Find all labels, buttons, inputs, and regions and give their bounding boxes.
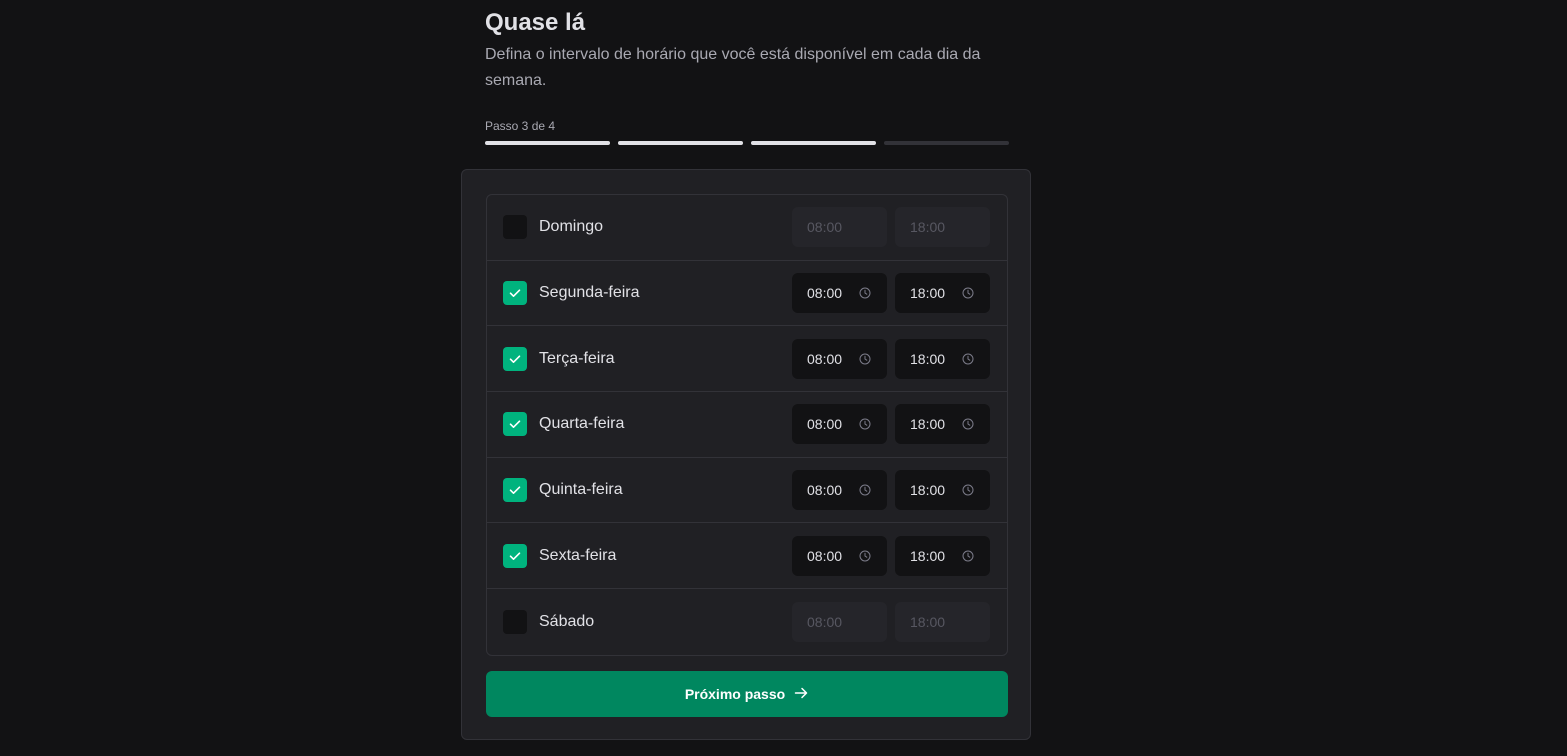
check-icon — [509, 355, 521, 363]
step-label: Passo 3 de 4 — [485, 119, 556, 133]
start-time-value: 08:00 — [807, 219, 843, 236]
day-checkbox[interactable] — [503, 346, 527, 371]
start-time-input[interactable]: 08:00 — [792, 470, 887, 511]
day-checkbox[interactable] — [503, 609, 527, 634]
clock-icon — [962, 484, 974, 496]
day-checkbox[interactable] — [503, 478, 527, 503]
end-time-input: 18:00 — [895, 601, 990, 642]
day-label: Quarta-feira — [539, 415, 625, 433]
interval-row: Sábado 08:00 18:00 — [487, 589, 1007, 655]
start-time-value: 08:00 — [807, 350, 843, 367]
day-label: Segunda-feira — [539, 284, 640, 302]
clock-icon — [962, 418, 974, 430]
interval-row: Terça-feira 08:00 18:00 — [487, 326, 1007, 393]
end-time-input[interactable]: 18:00 — [895, 470, 990, 511]
end-time-input[interactable]: 18:00 — [895, 404, 990, 445]
start-time-input[interactable]: 08:00 — [792, 338, 887, 379]
intervals-card: Domingo 08:00 18:00 Segunda-feira 08:00 … — [461, 169, 1031, 740]
end-time-value: 18:00 — [910, 219, 946, 236]
start-time-input: 08:00 — [792, 601, 887, 642]
start-time-value: 08:00 — [807, 482, 843, 499]
step-bar — [485, 141, 610, 145]
end-time-input[interactable]: 18:00 — [895, 273, 990, 314]
start-time-value: 08:00 — [807, 547, 843, 564]
interval-row: Sexta-feira 08:00 18:00 — [487, 523, 1007, 590]
end-time-value: 18:00 — [910, 613, 946, 630]
interval-row: Quinta-feira 08:00 18:00 — [487, 458, 1007, 524]
end-time-value: 18:00 — [910, 416, 946, 433]
clock-icon — [962, 550, 974, 562]
clock-icon — [859, 550, 871, 562]
step-bar — [751, 141, 876, 145]
step-progress — [485, 141, 1009, 145]
start-time-input[interactable]: 08:00 — [792, 535, 887, 576]
start-time-input: 08:00 — [792, 207, 887, 248]
interval-row: Domingo 08:00 18:00 — [487, 195, 1007, 261]
end-time-input: 18:00 — [895, 207, 990, 248]
step-bar — [618, 141, 743, 145]
next-step-label: Próximo passo — [684, 686, 786, 702]
check-icon — [509, 486, 521, 495]
clock-icon — [859, 418, 871, 430]
step-bar — [884, 141, 1009, 145]
day-checkbox[interactable] — [503, 215, 527, 240]
page-subtitle: Defina o intervalo de horário que você e… — [485, 46, 981, 89]
arrow-right-icon — [793, 685, 809, 704]
start-time-value: 08:00 — [807, 416, 843, 433]
clock-icon — [859, 353, 871, 365]
start-time-value: 08:00 — [807, 285, 843, 302]
end-time-value: 18:00 — [910, 482, 946, 499]
day-label: Quinta-feira — [539, 481, 623, 499]
day-label: Domingo — [539, 218, 604, 236]
day-label: Terça-feira — [539, 349, 615, 367]
interval-row: Segunda-feira 08:00 18:00 — [487, 261, 1007, 327]
day-checkbox[interactable] — [503, 412, 527, 437]
end-time-value: 18:00 — [910, 547, 946, 564]
end-time-input[interactable]: 18:00 — [895, 535, 990, 576]
start-time-value: 08:00 — [807, 613, 843, 630]
check-icon — [509, 289, 521, 298]
clock-icon — [859, 287, 871, 299]
intervals-list: Domingo 08:00 18:00 Segunda-feira 08:00 … — [486, 194, 1008, 656]
day-checkbox[interactable] — [503, 281, 527, 306]
clock-icon — [962, 287, 974, 299]
start-time-input[interactable]: 08:00 — [792, 404, 887, 445]
check-icon — [509, 420, 521, 429]
end-time-input[interactable]: 18:00 — [895, 338, 990, 379]
check-icon — [509, 552, 521, 560]
page-title: Quase lá — [485, 9, 586, 36]
interval-row: Quarta-feira 08:00 18:00 — [487, 392, 1007, 458]
next-step-button[interactable]: Próximo passo — [486, 671, 1008, 717]
end-time-value: 18:00 — [910, 285, 946, 302]
day-checkbox[interactable] — [503, 543, 527, 568]
clock-icon — [962, 353, 974, 365]
day-label: Sexta-feira — [539, 546, 617, 564]
day-label: Sábado — [539, 612, 595, 630]
clock-icon — [859, 484, 871, 496]
start-time-input[interactable]: 08:00 — [792, 273, 887, 314]
end-time-value: 18:00 — [910, 350, 946, 367]
